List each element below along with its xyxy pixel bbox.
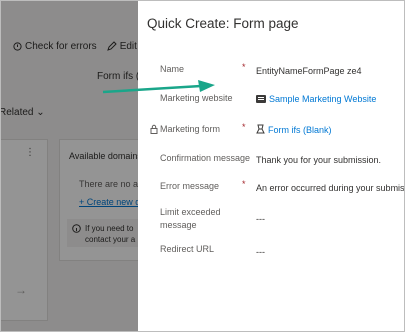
screenshot-frame: Check for errors Edit Form ifs (B Relate… bbox=[0, 0, 405, 332]
panel-title: Quick Create: Form page bbox=[147, 16, 299, 31]
website-icon bbox=[256, 95, 266, 103]
form-icon bbox=[256, 124, 265, 134]
field-label: Redirect URL bbox=[160, 244, 215, 254]
marketing-form-lookup[interactable]: Form ifs (Blank) bbox=[256, 124, 332, 137]
marketing-website-value: Sample Marketing Website bbox=[269, 94, 377, 104]
field-label: Confirmation message bbox=[160, 153, 251, 163]
error-message-value[interactable]: An error occurred during your submission bbox=[256, 182, 404, 195]
field-label: Limit exceeded message bbox=[160, 207, 221, 230]
field-label: Marketing form bbox=[160, 124, 221, 134]
required-marker: * bbox=[242, 122, 246, 132]
required-marker: * bbox=[242, 62, 246, 72]
redirect-url-value[interactable]: --- bbox=[256, 246, 265, 259]
quick-create-panel: Quick Create: Form page Name * EntityNam… bbox=[138, 1, 404, 331]
annotation-arrow-icon bbox=[102, 80, 215, 94]
confirmation-message-value[interactable]: Thank you for your submission. bbox=[256, 154, 381, 167]
field-label: Error message bbox=[160, 181, 220, 191]
field-label: Name bbox=[160, 64, 185, 74]
required-marker: * bbox=[242, 179, 246, 189]
lock-icon bbox=[150, 124, 158, 134]
marketing-website-lookup[interactable]: Sample Marketing Website bbox=[256, 93, 376, 106]
name-value[interactable]: EntityNameFormPage ze4 bbox=[256, 65, 362, 78]
limit-exceeded-value[interactable]: --- bbox=[256, 213, 265, 226]
marketing-form-value: Form ifs (Blank) bbox=[268, 125, 332, 135]
